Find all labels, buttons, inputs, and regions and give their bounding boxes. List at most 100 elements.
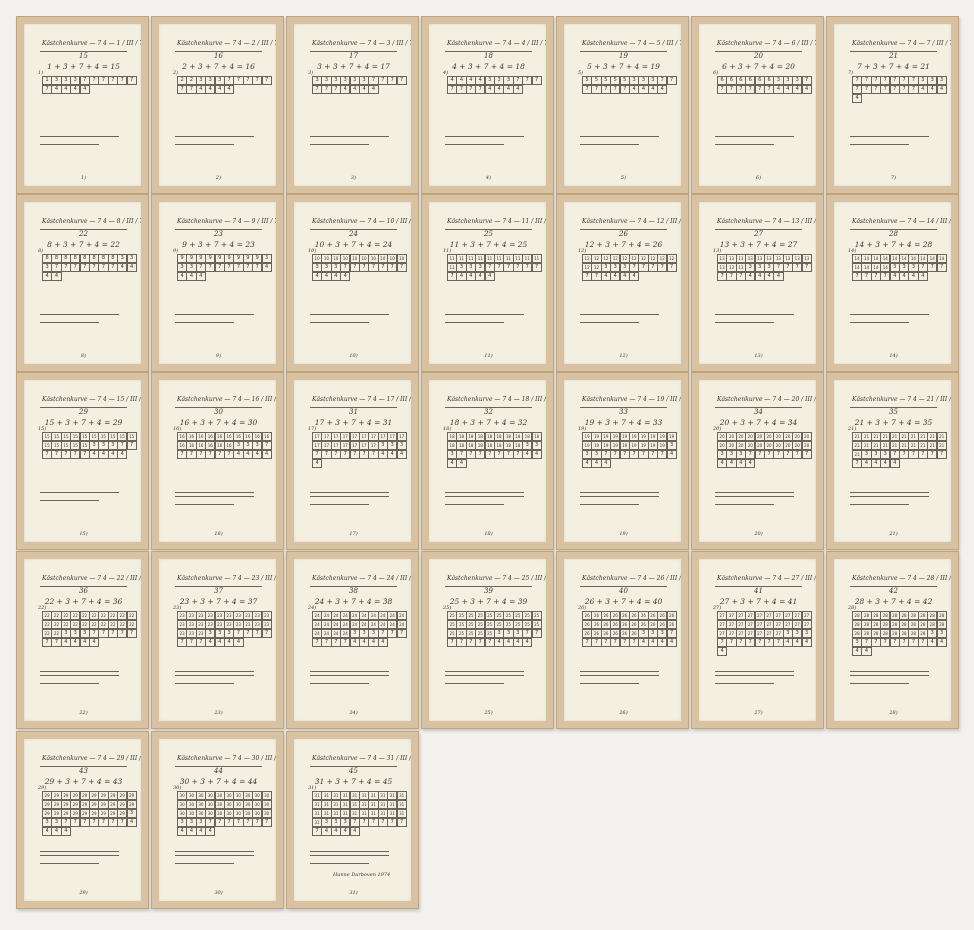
box-cell: 16 [261,432,272,441]
page-number: 5) [620,175,627,181]
box-cell: 28 [936,620,947,629]
box-grid: 30 30 30 30 30 30 30 30 30 30 30 30 30 30 30 30 30 30 30 30… [177,791,272,836]
box-cell: 30 [261,809,272,818]
box-cell: 29 [126,791,137,800]
box-row: 18 18 18 18 18 18 18 18 18 18 [447,432,542,441]
box-cell: 25 [531,611,542,620]
tally-underline [715,504,774,505]
sheet-title: Kästchenkurve — 7 4 — 11 / III / 7 / 4 [447,218,546,225]
box-cell: 4 [261,263,272,272]
box-cell: 4 [522,638,533,647]
box-row: 24 24 24 24 3 3 3 7 7 7 [312,629,407,638]
box-row: 77774444 [312,638,406,647]
box-grid: 23 23 23 23 23 23 23 23 23 23 23 23 23 23 23 23 23 23 23 23… [177,611,272,647]
box-cell: 4 [745,459,756,468]
paper-sheet: Kästchenkurve — 7 4 — 1 / III / 7 / 4 15 1… [24,24,141,186]
box-grid: 31 31 31 31 31 31 31 31 31 31 31 31 31 31 31 31 31 31 31 31… [312,791,407,836]
paper-sheet: Kästchenkurve — 7 4 — 15 / III / 7 / 4 29… [24,380,141,542]
sheet-title: Kästchenkurve — 7 4 — 10 / III / 7 / 4 [312,218,411,225]
box-cell: 4 [312,459,323,468]
box-row: 21 3 3 3 7 7 7 7 7 7 [852,450,947,459]
tally-underline [580,144,639,145]
sheet-title: Kästchenkurve — 7 4 — 28 / III / 7 / 4 [852,575,951,582]
tally-line [580,136,659,137]
tally-underline [445,683,504,684]
tally-underline [40,322,99,323]
box-row: 14 14 14 14 3 3 3 7 7 7 [852,263,947,272]
page-number: 8) [80,353,87,359]
page-number: 7) [890,175,897,181]
framed-sheet: Kästchenkurve — 7 4 — 10 / III / 7 / 4 24… [286,194,419,372]
framed-sheet: Kästchenkurve — 7 4 — 16 / III / 7 / 4 30… [151,372,284,550]
box-row: 23 23 23 3 3 3 7 7 7 7 [177,629,272,638]
box-row: 7777777333 [852,76,947,85]
sheet-header-number: 27 [754,230,763,238]
box-row: 777774444 [582,85,676,94]
box-row: 3777777744 [42,263,137,272]
page-number: 31) [349,890,358,896]
box-row: 13 13 13 13 13 13 13 13 13 13 [717,254,812,263]
box-grid: 24 24 24 24 24 24 24 24 24 24 24 24 24 24 24 24 24 24 24 24… [312,611,407,647]
box-cell: 4 [126,263,137,272]
tally-line [40,675,119,676]
page-number: 20) [754,531,763,537]
page-number: 27) [754,710,763,716]
sheet-title: Kästchenkurve — 7 4 — 17 / III / 7 / 4 [312,396,411,403]
paper-sheet: Kästchenkurve — 7 4 — 9 / III / 7 / 4 23 9… [159,202,276,364]
paper-sheet: Kästchenkurve — 7 4 — 19 / III / 7 / 433… [564,380,681,542]
page-number: 24) [349,710,358,716]
box-grid: 21 21 21 21 21 21 21 21 21 21 21 21 21 21 21 21 21 21 21 21… [852,432,947,468]
box-cell: 4 [484,272,495,281]
page-number: 30) [214,890,223,896]
box-row: 16 16 16 16 16 16 3 3 3 7 [177,441,272,450]
tally-line [445,671,524,672]
box-cell: 4 [368,85,379,94]
box-row: 15 15 15 15 15 3 3 3 7 7 [42,441,137,450]
sheet-header-number: 31 [349,408,358,416]
tally-line [580,492,659,493]
box-row: 17 17 17 17 17 17 17 3 3 3 [312,441,407,450]
framed-sheet: Kästchenkurve — 7 4 — 24 / III / 7 / 4 38… [286,551,419,729]
sheet-header-number: 44 [214,767,223,775]
tally-line [715,496,794,497]
box-grid: 888888883337777777444 4 [42,254,137,281]
box-row: 4444333777 [447,76,542,85]
tally-line [175,496,254,497]
box-row: 8888888833 [42,254,137,263]
box-cell: 3 [396,441,407,450]
paper-sheet: Kästchenkurve — 7 4 — 8 / III / 7 / 4 22 8… [24,202,141,364]
box-row: 7774444 [312,85,406,94]
box-row: 30 30 30 30 30 30 30 30 30 30 [177,800,272,809]
box-cell: 4 [917,272,928,281]
framed-sheet: Kästchenkurve — 7 4 — 22 / III / 7 / 4 36… [16,551,149,729]
box-row: 3377777774 [582,450,677,459]
box-row: 27 27 27 27 27 27 27 27 27 27 [717,611,812,620]
box-cell: 31 [396,809,407,818]
paper-sheet: Kästchenkurve — 7 4 — 10 / III / 7 / 4 24… [294,202,411,364]
box-grid: 17 17 17 17 17 17 17 17 17 17 17 17 17 17 17 17 17 3 3 3 7 7 7… [312,432,407,468]
page-number: 14) [889,353,898,359]
box-cell: 20 [801,441,812,450]
box-row: 77774444 [447,85,541,94]
tally-underline [310,863,369,864]
tally-line [310,496,389,497]
paper-sheet: Kästchenkurve — 7 4 — 27 / III / 7 / 4 41… [699,559,816,721]
tally-line [175,492,254,493]
tally-line [580,671,659,672]
paper-sheet: Kästchenkurve — 7 4 — 7 / III / 7 / 4 21 7… [834,24,951,186]
box-row: 44 [852,647,946,656]
box-row: 77774444 [852,272,946,281]
box-cell: 26 [666,620,677,629]
box-cell: 4 [261,450,272,459]
box-cell: 3 [126,809,137,818]
box-row: 777774444 [42,450,136,459]
box-cell: 7 [126,76,137,85]
tally-line [445,675,524,676]
box-cell: 4 [512,85,523,94]
box-cell: 3 [126,254,137,263]
framed-sheet: Kästchenkurve — 7 4 — 1 / III / 7 / 4 15 1… [16,16,149,194]
box-cell: 4 [531,450,542,459]
box-cell: 4 [51,272,62,281]
page-number: 11) [484,353,493,359]
box-cell: 7 [396,629,407,638]
